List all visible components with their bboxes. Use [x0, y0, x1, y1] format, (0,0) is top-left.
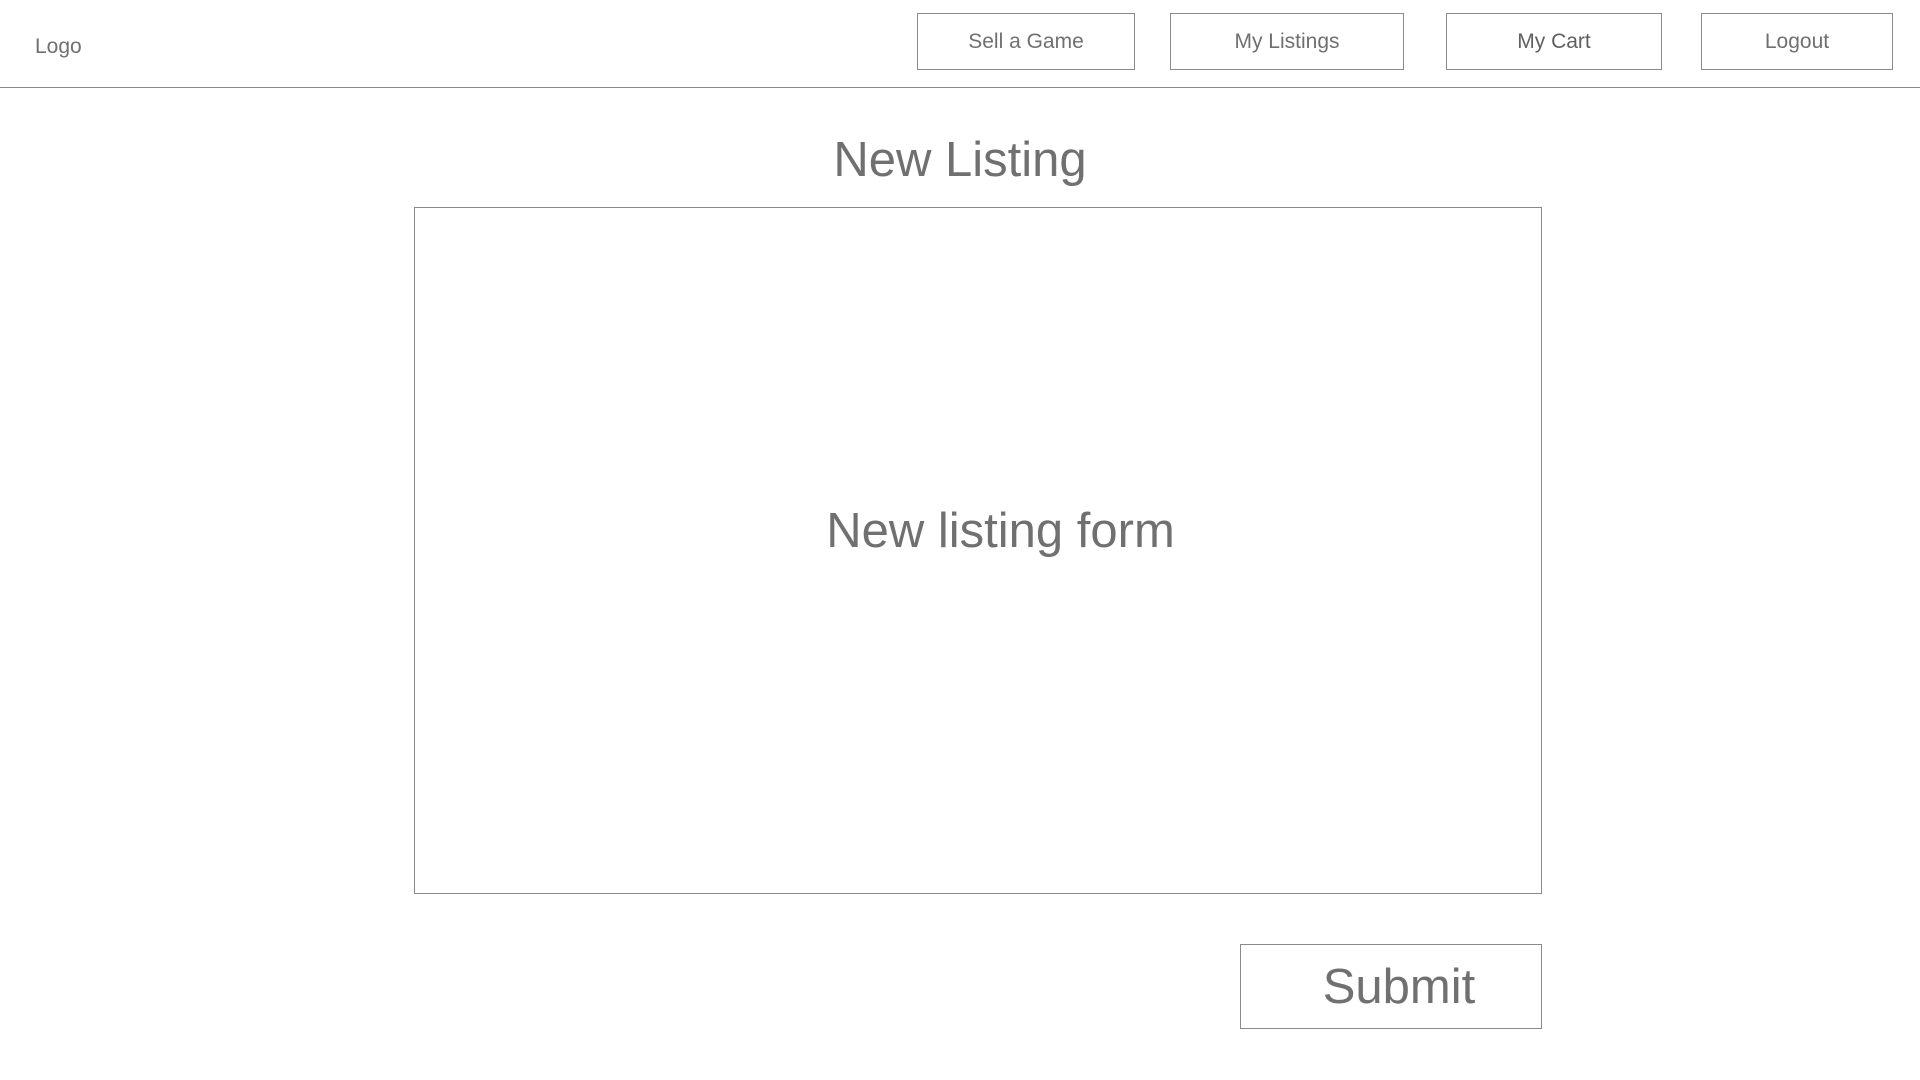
top-navigation-bar: Logo Sell a Game My Listings My Cart Log… — [0, 0, 1920, 88]
logout-button[interactable]: Logout — [1701, 13, 1893, 70]
submit-button[interactable]: Submit — [1240, 944, 1542, 1029]
form-placeholder-label: New listing form — [826, 503, 1175, 558]
logo[interactable]: Logo — [35, 34, 82, 60]
new-listing-form[interactable]: New listing form — [414, 207, 1542, 894]
sell-a-game-button[interactable]: Sell a Game — [917, 13, 1135, 70]
header-divider — [0, 87, 1920, 88]
page-title: New Listing — [833, 133, 1087, 187]
my-cart-button[interactable]: My Cart — [1446, 13, 1662, 70]
my-listings-button[interactable]: My Listings — [1170, 13, 1404, 70]
